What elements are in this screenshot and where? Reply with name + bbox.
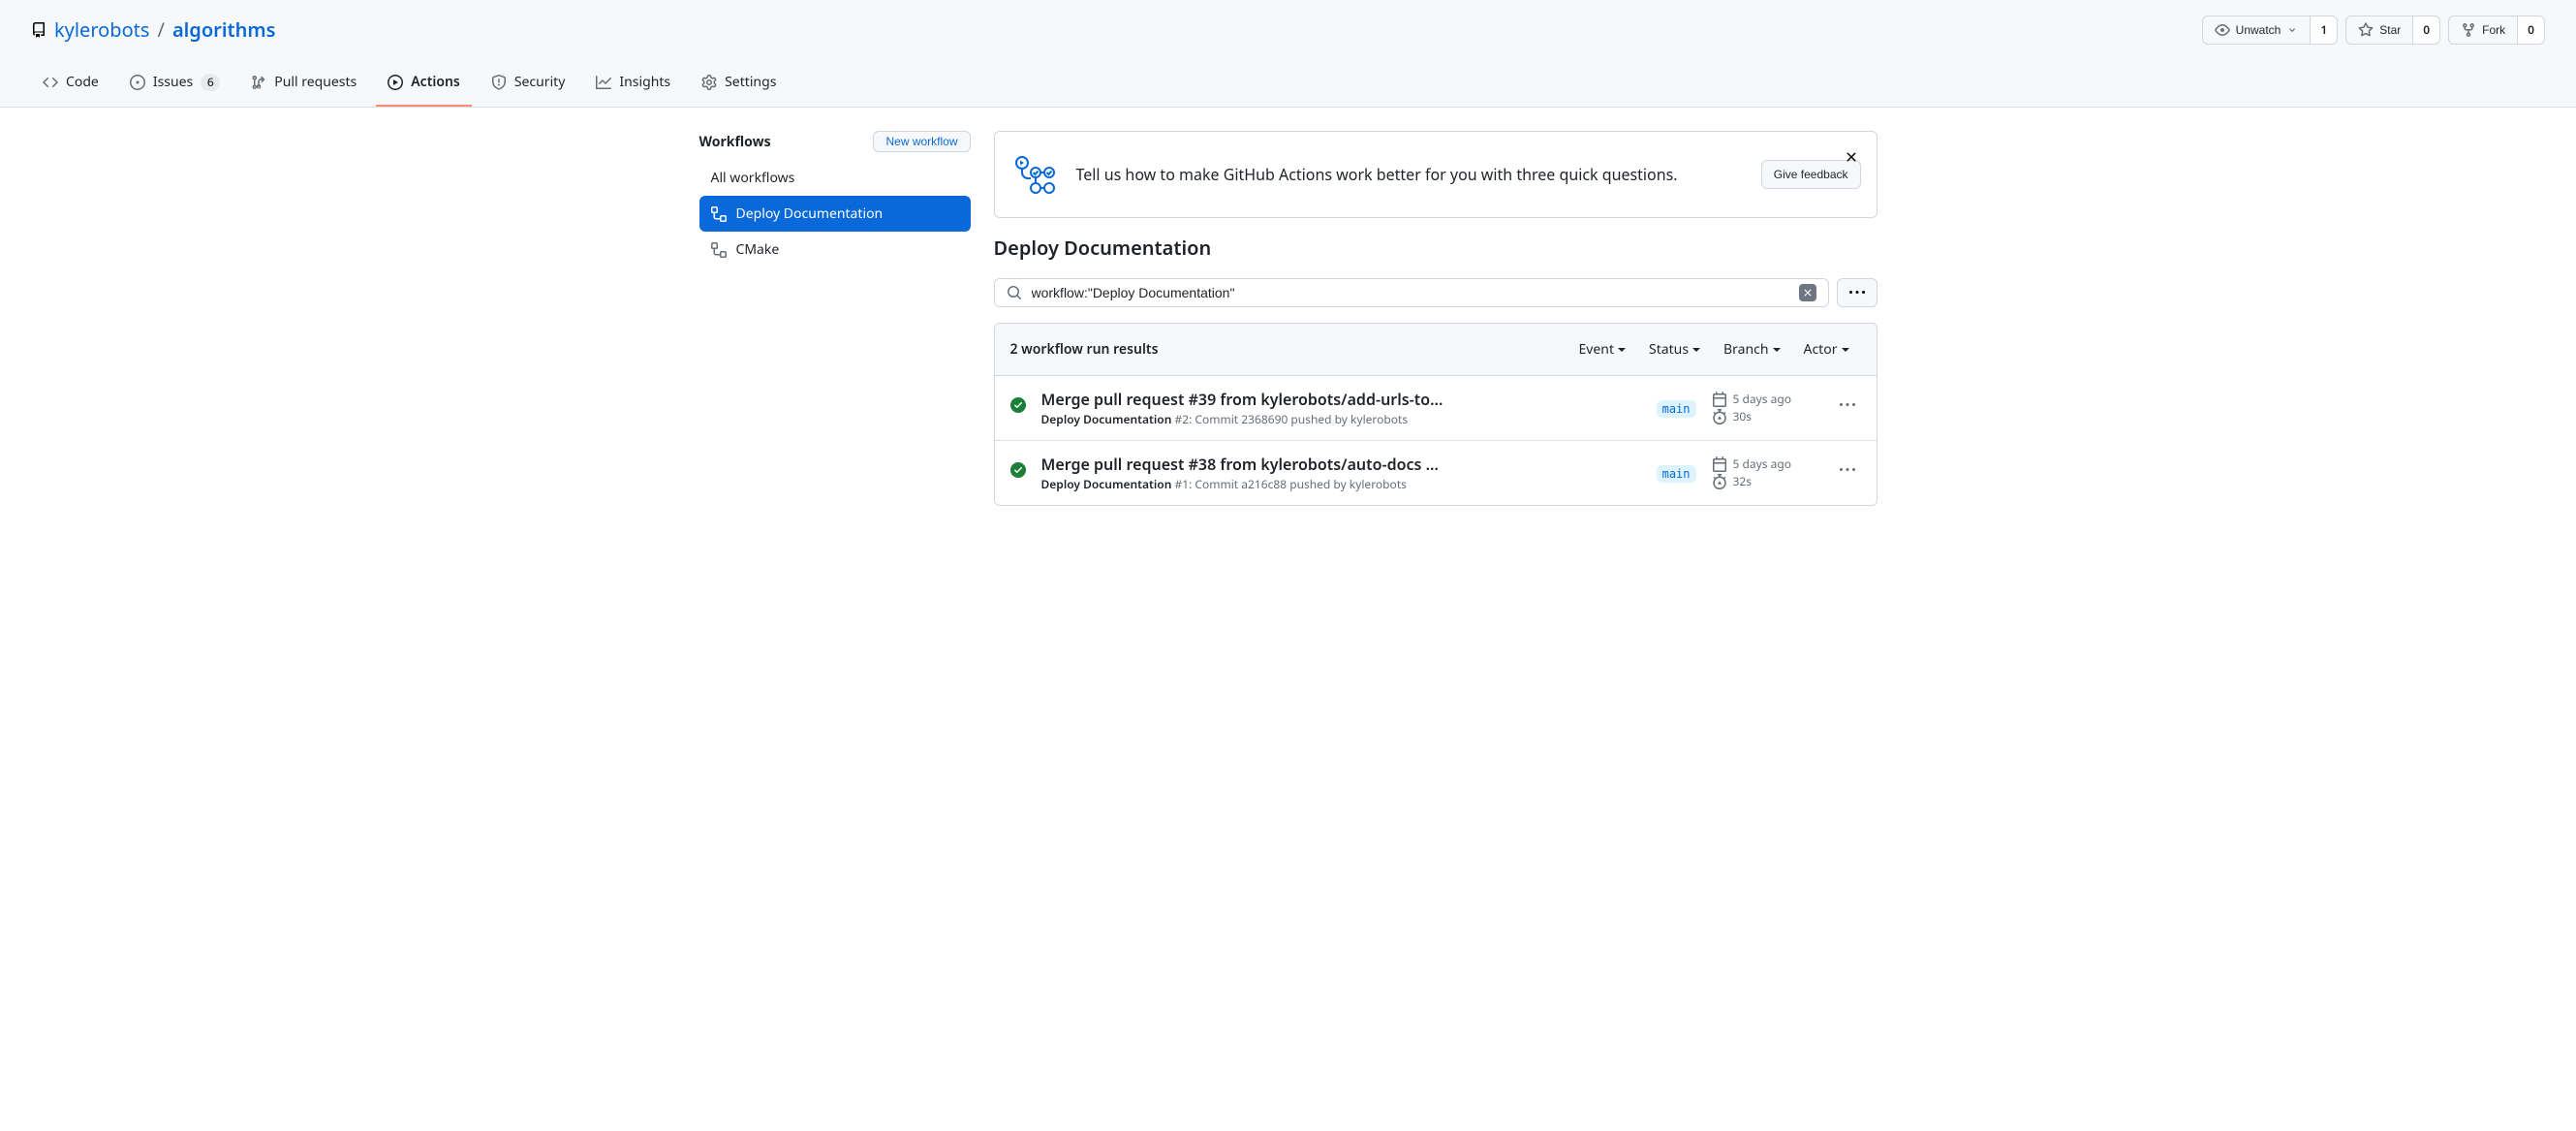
tab-actions[interactable]: Actions bbox=[376, 60, 472, 107]
repo-owner-link[interactable]: kylerobots bbox=[54, 16, 149, 45]
kebab-icon bbox=[1849, 285, 1865, 300]
star-icon bbox=[2358, 22, 2374, 38]
filter-actor[interactable]: Actor bbox=[1792, 339, 1861, 360]
results-count: 2 workflow run results bbox=[1010, 339, 1567, 360]
shield-icon bbox=[491, 75, 507, 90]
run-subtitle: Deploy Documentation #1: Commit a216c88 … bbox=[1041, 476, 1641, 493]
tab-pull-requests[interactable]: Pull requests bbox=[239, 60, 368, 107]
page-title: Deploy Documentation bbox=[994, 234, 1878, 263]
sidebar-item-deploy-documentation[interactable]: Deploy Documentation bbox=[699, 196, 971, 232]
kebab-icon bbox=[1840, 397, 1855, 413]
kebab-icon bbox=[1840, 462, 1855, 478]
issue-icon bbox=[130, 75, 145, 90]
sidebar-heading: Workflows bbox=[699, 132, 771, 152]
calendar-icon bbox=[1712, 456, 1727, 472]
clear-search-button[interactable] bbox=[1799, 284, 1816, 301]
success-icon bbox=[1010, 462, 1026, 484]
banner-close-button[interactable] bbox=[1838, 143, 1865, 176]
branch-label[interactable]: main bbox=[1657, 400, 1696, 418]
fork-button[interactable]: Fork bbox=[2448, 16, 2518, 45]
branch-label[interactable]: main bbox=[1657, 465, 1696, 483]
feedback-banner: Tell us how to make GitHub Actions work … bbox=[994, 131, 1878, 218]
eye-icon bbox=[2215, 22, 2230, 38]
run-menu-button[interactable] bbox=[1834, 456, 1861, 489]
search-icon bbox=[1007, 285, 1022, 300]
filter-event[interactable]: Event bbox=[1567, 339, 1638, 360]
search-input[interactable] bbox=[1030, 284, 1791, 301]
unwatch-label: Unwatch bbox=[2236, 20, 2281, 40]
filter-branch[interactable]: Branch bbox=[1712, 339, 1791, 360]
tab-issues[interactable]: Issues 6 bbox=[118, 60, 232, 107]
search-box[interactable] bbox=[994, 278, 1829, 307]
workflow-menu-button[interactable] bbox=[1837, 278, 1878, 307]
filter-status[interactable]: Status bbox=[1637, 339, 1712, 360]
pr-icon bbox=[251, 75, 266, 90]
chevron-down-icon bbox=[2286, 24, 2298, 36]
workflow-icon bbox=[711, 206, 727, 222]
star-label: Star bbox=[2379, 20, 2401, 40]
sidebar-item-all-workflows[interactable]: All workflows bbox=[699, 160, 971, 196]
repo-icon bbox=[31, 22, 47, 38]
x-icon bbox=[1802, 287, 1814, 298]
run-menu-button[interactable] bbox=[1834, 392, 1861, 424]
star-button[interactable]: Star bbox=[2345, 16, 2413, 45]
stopwatch-icon bbox=[1712, 474, 1727, 489]
workflow-run-row: Merge pull request #39 from kylerobots/a… bbox=[995, 376, 1877, 440]
actions-logo-icon bbox=[1010, 151, 1057, 198]
repo-nav: Code Issues 6 Pull requests Actions Secu… bbox=[31, 60, 2545, 107]
forks-count[interactable]: 0 bbox=[2518, 16, 2545, 45]
new-workflow-button[interactable]: New workflow bbox=[873, 131, 970, 152]
stopwatch-icon bbox=[1712, 409, 1727, 424]
runs-box: 2 workflow run results Event Status Bran… bbox=[994, 323, 1878, 506]
run-duration: 30s bbox=[1712, 408, 1818, 425]
path-separator: / bbox=[157, 16, 164, 45]
unwatch-button[interactable]: Unwatch bbox=[2202, 16, 2312, 45]
repo-name-link[interactable]: algorithms bbox=[172, 16, 276, 43]
workflow-run-row: Merge pull request #38 from kylerobots/a… bbox=[995, 440, 1877, 505]
graph-icon bbox=[596, 75, 611, 90]
workflow-icon bbox=[711, 242, 727, 258]
tab-security[interactable]: Security bbox=[480, 60, 577, 107]
tab-settings[interactable]: Settings bbox=[690, 60, 788, 107]
success-icon bbox=[1010, 397, 1026, 419]
sidebar-item-cmake[interactable]: CMake bbox=[699, 232, 971, 267]
play-icon bbox=[388, 75, 403, 90]
run-title-link[interactable]: Merge pull request #39 from kylerobots/a… bbox=[1041, 388, 1448, 411]
tab-insights[interactable]: Insights bbox=[584, 60, 682, 107]
tab-code[interactable]: Code bbox=[31, 60, 110, 107]
calendar-icon bbox=[1712, 392, 1727, 407]
fork-label: Fork bbox=[2482, 20, 2505, 40]
run-title-link[interactable]: Merge pull request #38 from kylerobots/a… bbox=[1041, 453, 1448, 476]
repo-title: kylerobots / algorithms bbox=[31, 16, 2202, 45]
stars-count[interactable]: 0 bbox=[2413, 16, 2440, 45]
gear-icon bbox=[701, 75, 717, 90]
run-time: 5 days ago bbox=[1712, 456, 1818, 473]
banner-message: Tell us how to make GitHub Actions work … bbox=[1076, 163, 1742, 186]
run-subtitle: Deploy Documentation #2: Commit 2368690 … bbox=[1041, 411, 1641, 428]
issues-count: 6 bbox=[201, 74, 220, 91]
close-icon bbox=[1844, 149, 1859, 165]
run-time: 5 days ago bbox=[1712, 391, 1818, 408]
run-duration: 32s bbox=[1712, 473, 1818, 490]
watchers-count[interactable]: 1 bbox=[2311, 16, 2338, 45]
code-icon bbox=[43, 75, 58, 90]
fork-icon bbox=[2461, 22, 2476, 38]
